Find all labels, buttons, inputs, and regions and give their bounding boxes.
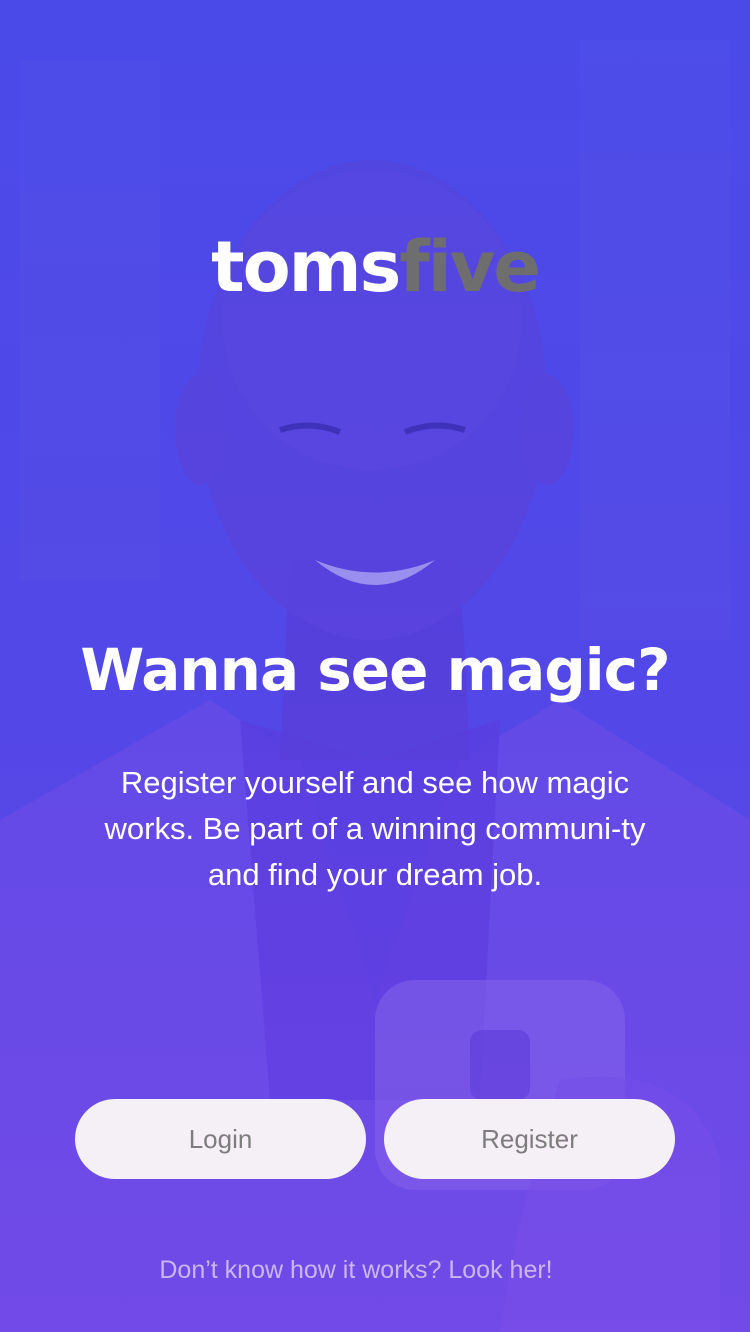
how-it-works-link[interactable]: Don’t know how it works? Look her! xyxy=(0,1256,712,1285)
register-button[interactable]: Register xyxy=(384,1099,675,1179)
brand-logo: tomsfive xyxy=(0,232,750,302)
hero-subtext: Register yourself and see how magic work… xyxy=(104,765,646,892)
logo-part-toms: toms xyxy=(211,226,401,308)
login-button[interactable]: Login xyxy=(75,1099,366,1179)
hero-headline: Wanna see magic? xyxy=(80,636,670,704)
welcome-screen: tomsfive Wanna see magic? Register yours… xyxy=(0,0,750,1332)
logo-part-five: five xyxy=(399,226,541,308)
